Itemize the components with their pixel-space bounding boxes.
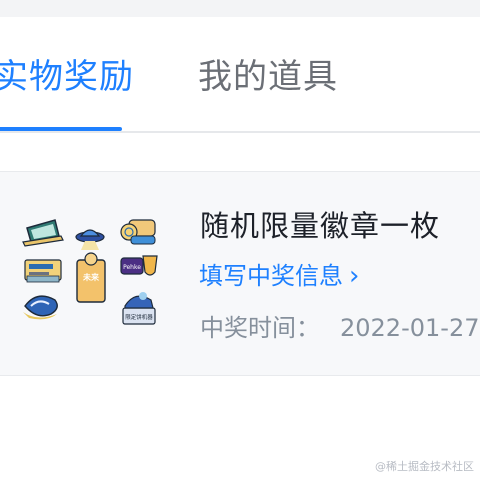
badge-gold-text: 未来 [82,272,100,282]
badges-thumbnail: 未来 Pehke 限定饼机器 [22,219,158,325]
badge-coin [120,219,156,245]
fill-winner-info-link[interactable]: 填写中奖信息 › [199,260,359,292]
win-time: 中奖时间： 2022-01-27 [200,311,479,345]
watermark: @稀土掘金技术社区 [375,460,474,473]
reward-title: 随机限量徽章一枚 [200,209,441,243]
fill-winner-info-label: 填写中奖信息 [199,262,343,290]
badge-device-text: 限定饼机器 [125,313,153,321]
badge-gold-tall: 未来 [76,252,106,303]
win-time-label: 中奖时间： [200,314,320,342]
tab-divider [0,131,480,133]
badge-laptop [22,219,64,247]
top-strip [0,0,480,17]
badge-device: 限定饼机器 [122,292,156,325]
reward-card: 未来 Pehke 限定饼机器 随机限量徽章一枚 填写中奖信息 › 中奖时间： 20… [0,171,480,376]
badge-cup-text: Pehke [123,264,141,271]
badge-cup: Pehke [120,255,158,276]
badge-ufo [75,229,105,250]
badge-figure [23,295,58,320]
win-time-value: 2022-01-27 [340,314,480,342]
chevron-right-icon: › [349,261,360,291]
badge-card [24,259,62,283]
tab-my-items[interactable]: 我的道具 [198,55,338,99]
tab-bar: 实物奖励 我的道具 [0,17,480,131]
tab-physical-rewards[interactable]: 实物奖励 [0,55,134,99]
